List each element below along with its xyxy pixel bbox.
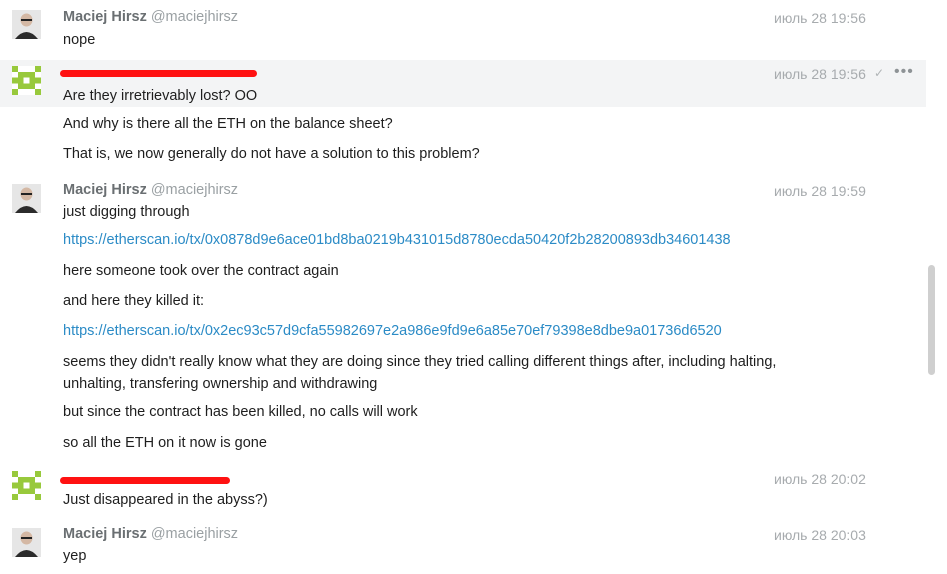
message: Maciej Hirsz @maciejhirsz июль 28 19:56 n… xyxy=(0,0,926,60)
author-handle[interactable]: @maciejhirsz xyxy=(151,526,238,542)
message-text: That is, we now generally do not have a … xyxy=(63,146,480,162)
message-text: here someone took over the contract agai… xyxy=(63,263,339,279)
message: Maciej Hirsz @maciejhirsz июль 28 19:59 j… xyxy=(0,175,926,465)
message: Maciej Hirsz @maciejhirsz июль 28 20:03 y… xyxy=(0,520,926,574)
message-text: nope xyxy=(63,32,96,48)
message-text: unhalting, transfering ownership and wit… xyxy=(63,376,378,392)
more-options-icon[interactable]: ••• xyxy=(894,63,914,81)
user-avatar-photo[interactable] xyxy=(12,528,41,557)
message-text: Just disappeared in the abyss?) xyxy=(63,492,268,508)
etherscan-link[interactable]: https://etherscan.io/tx/0x2ec93c57d9cfa5… xyxy=(63,323,722,339)
read-check-icon: ✓ xyxy=(874,66,885,80)
scrollbar-thumb[interactable] xyxy=(928,265,935,375)
author-handle[interactable]: @maciejhirsz xyxy=(151,182,238,198)
timestamp[interactable]: июль 28 20:02 xyxy=(774,471,866,487)
message-text: And why is there all the ETH on the bala… xyxy=(63,116,393,132)
message: июль 28 20:02 Just disappeared in the ab… xyxy=(0,465,926,520)
user-avatar-photo[interactable] xyxy=(12,184,41,213)
redacted-author-name xyxy=(60,70,257,77)
timestamp[interactable]: июль 28 20:03 xyxy=(774,527,866,543)
message-text: Are they irretrievably lost? OO xyxy=(63,88,258,104)
message-text: and here they killed it: xyxy=(63,293,205,309)
message-text: but since the contract has been killed, … xyxy=(63,404,418,420)
author-name[interactable]: Maciej Hirsz @maciejhirsz xyxy=(63,182,238,198)
timestamp[interactable]: июль 28 19:56 xyxy=(774,66,866,82)
user-avatar-photo[interactable] xyxy=(12,10,41,39)
message-text: just digging through xyxy=(63,204,190,220)
user-avatar-pixel[interactable] xyxy=(12,66,41,95)
message-text: so all the ETH on it now is gone xyxy=(63,435,267,451)
author-handle[interactable]: @maciejhirsz xyxy=(151,9,238,25)
author-name[interactable]: Maciej Hirsz @maciejhirsz xyxy=(63,526,238,542)
redacted-author-name xyxy=(60,477,230,484)
timestamp[interactable]: июль 28 19:59 xyxy=(774,183,866,199)
timestamp[interactable]: июль 28 19:56 xyxy=(774,10,866,26)
message: июль 28 19:56 ✓ ••• Are they irretrievab… xyxy=(0,60,926,175)
message-text: yep xyxy=(63,548,87,564)
author-name[interactable]: Maciej Hirsz @maciejhirsz xyxy=(63,9,238,25)
user-avatar-pixel[interactable] xyxy=(12,471,41,500)
message-text: seems they didn't really know what they … xyxy=(63,354,777,370)
etherscan-link[interactable]: https://etherscan.io/tx/0x0878d9e6ace01b… xyxy=(63,232,731,248)
